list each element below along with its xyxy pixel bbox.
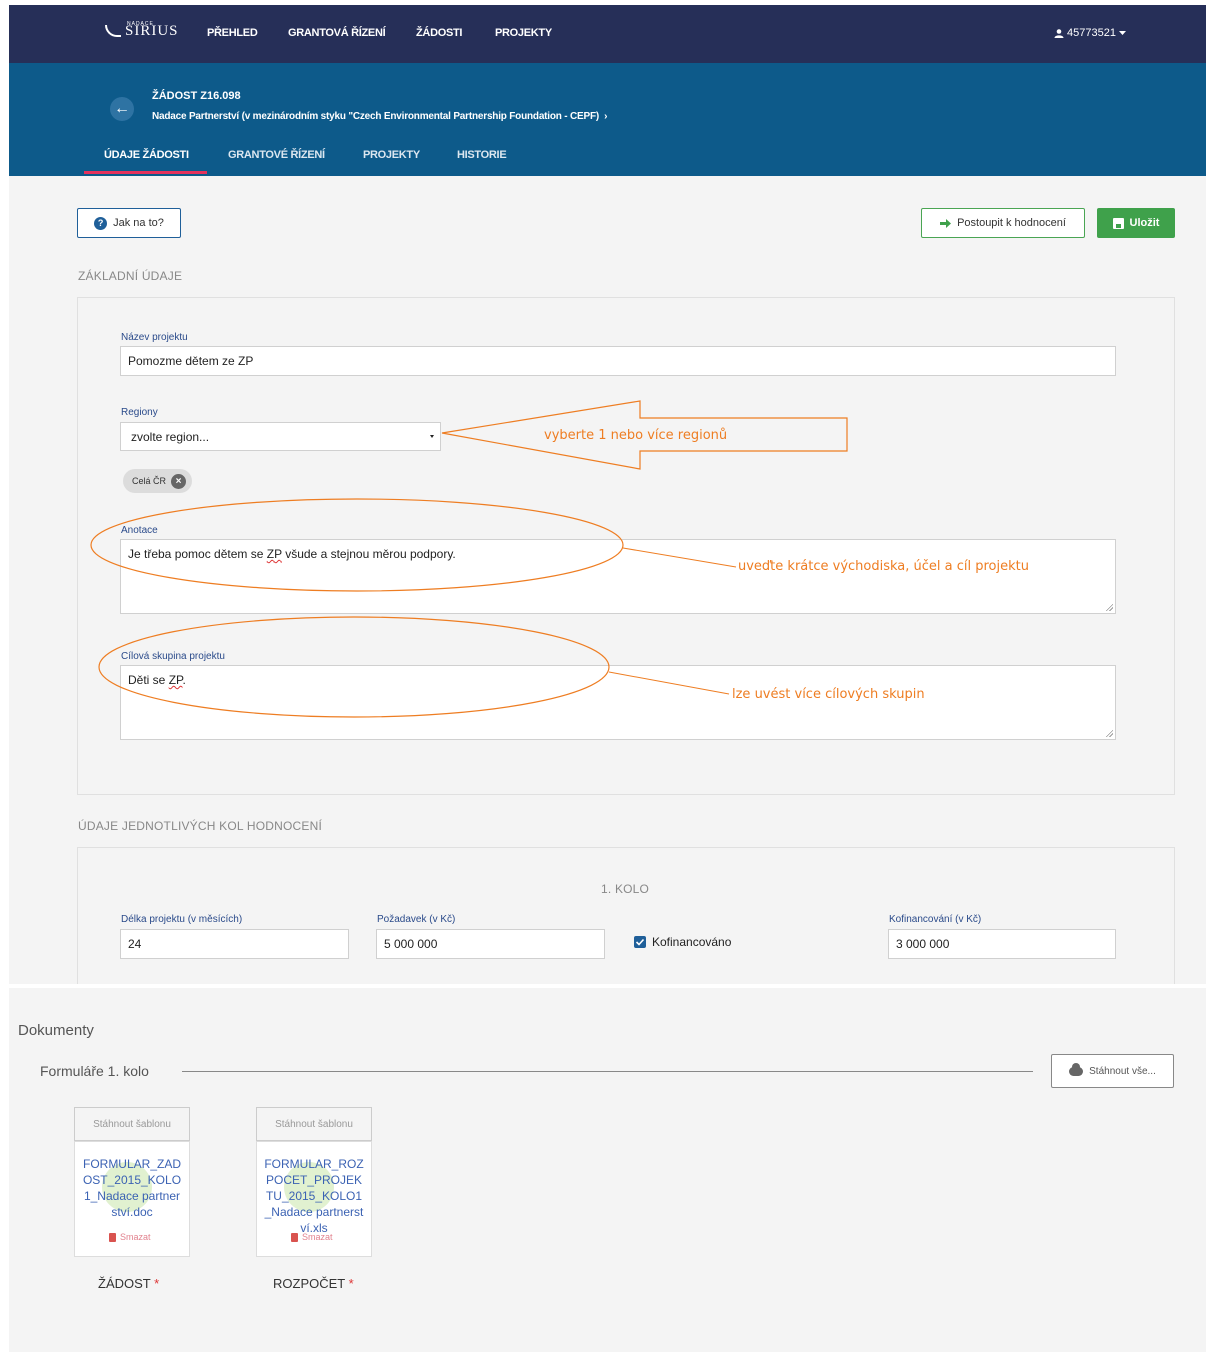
cloud-download-icon <box>1069 1062 1084 1076</box>
uploaded-file-box[interactable]: FORMULAR_ROZPOCET_PROJEKTU_2015_KOLO1_Na… <box>256 1141 372 1257</box>
download-template-button[interactable]: Stáhnout šablonu <box>74 1107 190 1141</box>
document-card-zadost: Stáhnout šablonu FORMULAR_ZADOST_2015_KO… <box>74 1107 190 1257</box>
document-card-rozpocet: Stáhnout šablonu FORMULAR_ROZPOCET_PROJE… <box>256 1107 372 1257</box>
trash-icon <box>109 1232 116 1242</box>
regions-hint-annotation: vyberte 1 nebo více regionů <box>544 428 728 443</box>
download-all-button[interactable]: Stáhnout vše... <box>1051 1054 1174 1088</box>
duration-label: Délka projektu (v měsících) <box>121 914 243 925</box>
annotation-callout-line <box>622 547 737 568</box>
cofinancing-label: Kofinancování (v Kč) <box>889 914 982 925</box>
duration-input[interactable]: 24 <box>120 929 349 959</box>
document-caption-text: ROZPOČET <box>273 1276 345 1291</box>
required-mark: * <box>154 1276 160 1291</box>
document-caption: ŽÁDOST * <box>98 1276 159 1291</box>
cofinancing-input[interactable]: 3 000 000 <box>888 929 1116 959</box>
uploaded-file-name[interactable]: FORMULAR_ZADOST_2015_KOLO1_Nadace partne… <box>81 1156 183 1220</box>
trash-icon <box>291 1232 298 1242</box>
documents-title: Dokumenty <box>18 1022 94 1039</box>
download-all-label: Stáhnout vše... <box>1089 1065 1156 1077</box>
request-amount-label: Požadavek (v Kč) <box>377 914 456 925</box>
checkbox-checked-icon <box>634 936 646 948</box>
download-template-button[interactable]: Stáhnout šablonu <box>256 1107 372 1141</box>
delete-label: Smazat <box>120 1232 151 1242</box>
target-highlight-ellipse <box>98 616 610 718</box>
cofinanced-label: Kofinancováno <box>652 935 732 949</box>
uploaded-file-name[interactable]: FORMULAR_ROZPOCET_PROJEKTU_2015_KOLO1_Na… <box>263 1156 365 1236</box>
forms-round-title: Formuláře 1. kolo <box>40 1063 149 1079</box>
annotation-highlight-ellipse <box>90 498 624 592</box>
request-amount-input[interactable]: 5 000 000 <box>376 929 605 959</box>
delete-file-button[interactable]: Smazat <box>109 1232 151 1242</box>
document-caption-text: ŽÁDOST <box>98 1276 151 1291</box>
required-mark: * <box>348 1276 354 1291</box>
rounds-section-title: ÚDAJE JEDNOTLIVÝCH KOL HODNOCENÍ <box>78 819 322 833</box>
cofinanced-checkbox[interactable]: Kofinancováno <box>634 935 731 949</box>
document-caption: ROZPOČET * <box>273 1276 354 1291</box>
uploaded-file-box[interactable]: FORMULAR_ZADOST_2015_KOLO1_Nadace partne… <box>74 1141 190 1257</box>
delete-label: Smazat <box>302 1232 333 1242</box>
delete-file-button[interactable]: Smazat <box>291 1232 333 1242</box>
target-hint-annotation: lze uvést více cílových skupin <box>732 687 925 702</box>
target-callout-line <box>608 671 730 695</box>
round-title: 1. KOLO <box>601 882 650 896</box>
divider <box>182 1071 1033 1072</box>
annotation-hint-annotation: uveďte krátce východiska, účel a cíl pro… <box>738 559 1029 574</box>
